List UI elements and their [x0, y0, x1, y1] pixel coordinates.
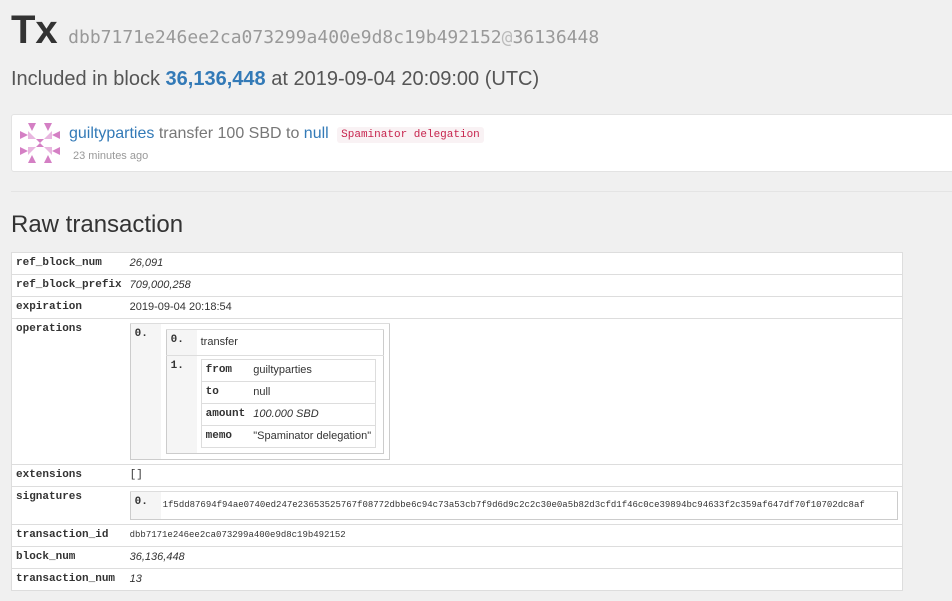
- table-row: expiration 2019-09-04 20:18:54: [11, 296, 903, 319]
- included-prefix: Included in block: [11, 68, 160, 90]
- block-link[interactable]: 36,136,448: [166, 68, 266, 90]
- page-title: Tx: [11, 8, 58, 52]
- field-key: signatures: [11, 486, 126, 525]
- tx-hash: dbb7171e246ee2ca073299a400e9d8c19b492152…: [68, 27, 599, 48]
- field-key: ref_block_prefix: [11, 274, 126, 297]
- field-key: ref_block_num: [11, 252, 126, 275]
- field-value: null: [249, 381, 376, 404]
- list-index: 1.: [166, 355, 197, 454]
- operation-pair: 0. transfer 1. from guiltyparties to nul…: [165, 329, 384, 454]
- table-row: ref_block_prefix 709,000,258: [11, 274, 903, 297]
- field-value: dbb7171e246ee2ca073299a400e9d8c19b492152: [125, 524, 903, 547]
- field-key: memo: [201, 425, 250, 448]
- field-key: operations: [11, 318, 126, 465]
- table-row: signatures 0. 1f5dd87694f94ae0740ed247e2…: [11, 486, 903, 525]
- operation-fields: from guiltyparties to null amount 100.00…: [200, 359, 377, 448]
- list-item: 1. from guiltyparties to null amount 100…: [166, 355, 384, 454]
- operations-value: 0. 0. transfer 1. from guiltyparties to …: [125, 318, 903, 465]
- field-key: amount: [201, 403, 250, 426]
- operation-summary: guiltyparties transfer 100 SBD to null S…: [69, 125, 484, 143]
- from-account-link[interactable]: guiltyparties: [69, 125, 154, 142]
- field-key: transaction_num: [11, 568, 126, 591]
- list-index: 0.: [166, 329, 197, 356]
- list-index: 0.: [130, 323, 161, 460]
- table-row: ref_block_num 26,091: [11, 252, 903, 275]
- signatures-value: 0. 1f5dd87694f94ae0740ed247e23653525767f…: [125, 486, 903, 525]
- raw-transaction-heading: Raw transaction: [11, 211, 184, 238]
- table-row: amount 100.000 SBD: [201, 403, 376, 426]
- table-row: from guiltyparties: [201, 359, 376, 382]
- tx-block-ref: 36136448: [512, 27, 600, 48]
- identicon-avatar-icon[interactable]: [20, 123, 60, 163]
- field-value: 26,091: [125, 252, 903, 275]
- field-key: expiration: [11, 296, 126, 319]
- included-in-block: Included in block 36,136,448 at 2019-09-…: [11, 68, 539, 91]
- to-account-link[interactable]: null: [304, 125, 329, 142]
- field-value: 2019-09-04 20:18:54: [125, 296, 903, 319]
- raw-transaction-table: ref_block_num 26,091 ref_block_prefix 70…: [11, 252, 903, 591]
- field-key: transaction_id: [11, 524, 126, 547]
- list-index: 0.: [130, 491, 161, 520]
- field-key: block_num: [11, 546, 126, 569]
- table-row: memo "Spaminator delegation": [201, 425, 376, 448]
- operations-list: 0. 0. transfer 1. from guiltyparties to …: [129, 323, 390, 460]
- field-value: 36,136,448: [125, 546, 903, 569]
- list-item: 0. transfer: [166, 329, 384, 356]
- field-value: 100.000 SBD: [249, 403, 376, 426]
- list-item: 0. 0. transfer 1. from guiltyparties to …: [130, 323, 390, 460]
- list-item: 0. 1f5dd87694f94ae0740ed247e23653525767f…: [130, 491, 898, 520]
- field-value: "Spaminator delegation": [249, 425, 376, 448]
- field-key: to: [201, 381, 250, 404]
- operation-timestamp: 23 minutes ago: [73, 150, 149, 162]
- field-key: extensions: [11, 464, 126, 487]
- field-key: from: [201, 359, 250, 382]
- tx-hash-value: dbb7171e246ee2ca073299a400e9d8c19b492152: [68, 27, 502, 48]
- operation-type: transfer: [196, 329, 384, 356]
- included-time: 2019-09-04 20:09:00 (UTC): [293, 68, 540, 90]
- field-value: guiltyparties: [249, 359, 376, 382]
- signatures-list: 0. 1f5dd87694f94ae0740ed247e23653525767f…: [129, 491, 898, 520]
- page-header: Tx dbb7171e246ee2ca073299a400e9d8c19b492…: [11, 8, 599, 53]
- table-row: to null: [201, 381, 376, 404]
- tx-at-sign: @: [501, 27, 513, 48]
- operation-body: from guiltyparties to null amount 100.00…: [196, 355, 384, 454]
- signature-value: 1f5dd87694f94ae0740ed247e23653525767f087…: [160, 491, 898, 520]
- table-row: transaction_id dbb7171e246ee2ca073299a40…: [11, 524, 903, 547]
- field-value: 709,000,258: [125, 274, 903, 297]
- divider: [11, 191, 952, 192]
- operation-verb: transfer 100 SBD to: [158, 125, 300, 142]
- table-row: operations 0. 0. transfer 1. from guilty…: [11, 318, 903, 465]
- memo-badge: Spaminator delegation: [337, 127, 484, 143]
- included-middle: at: [271, 68, 288, 90]
- operation-card: guiltyparties transfer 100 SBD to null S…: [11, 114, 952, 172]
- operation-item: 0. transfer 1. from guiltyparties to nul…: [160, 323, 390, 460]
- table-row: extensions []: [11, 464, 903, 487]
- table-row: block_num 36,136,448: [11, 546, 903, 569]
- field-value: []: [125, 464, 903, 487]
- table-row: transaction_num 13: [11, 568, 903, 591]
- field-value: 13: [125, 568, 903, 591]
